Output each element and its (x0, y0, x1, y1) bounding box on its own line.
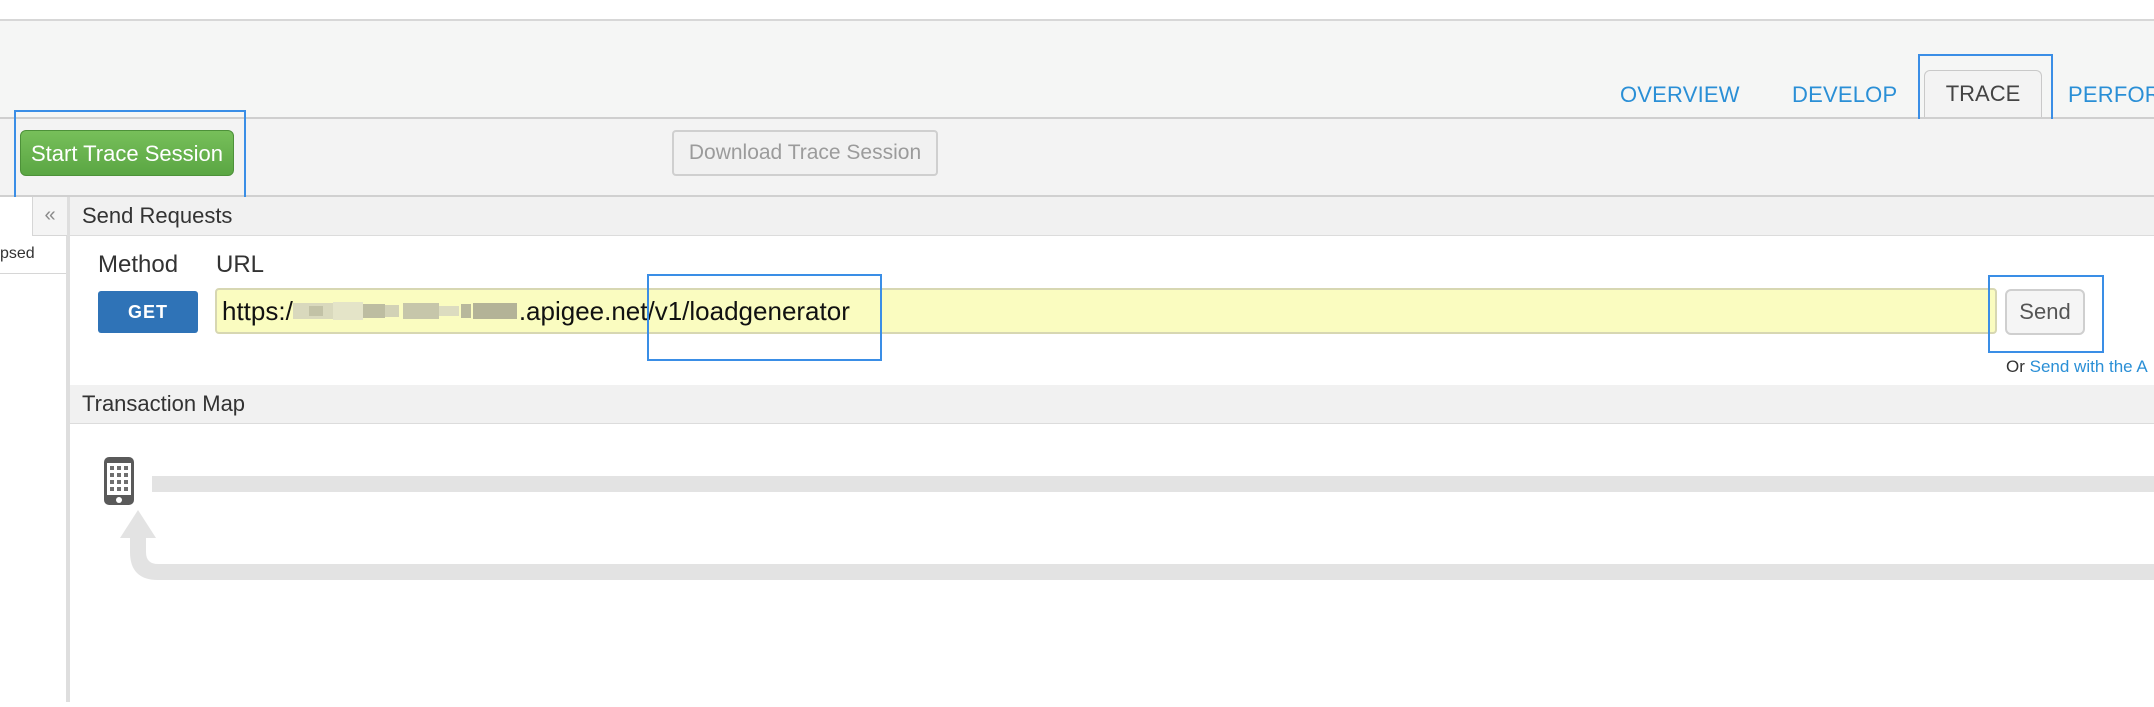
method-get-button[interactable]: GET (98, 291, 198, 333)
tab-overview[interactable]: OVERVIEW (1620, 82, 1740, 108)
collapse-panel-icon[interactable]: « (32, 197, 67, 236)
tab-trace[interactable]: TRACE (1924, 70, 2042, 117)
or-text: Or (2006, 357, 2025, 376)
transaction-map-diagram (104, 457, 2154, 580)
tab-performance[interactable]: PERFOR (2068, 82, 2154, 108)
left-panel-label: psed (0, 235, 66, 274)
left-panel: « psed (0, 197, 70, 702)
response-arrow-head (120, 510, 156, 538)
request-flow-line (152, 476, 2154, 492)
start-trace-session-button[interactable]: Start Trace Session (20, 130, 234, 176)
method-label: Method (98, 251, 179, 278)
toolbar (0, 119, 2154, 197)
transaction-map-title: Transaction Map (82, 391, 246, 416)
send-requests-title: Send Requests (82, 203, 233, 228)
send-with-link[interactable]: Send with the A (2030, 357, 2148, 376)
send-button[interactable]: Send (2005, 289, 2085, 335)
transaction-map-area (70, 424, 2154, 702)
response-flow-line (130, 536, 2154, 580)
url-input[interactable] (215, 288, 1997, 334)
mobile-client-icon (104, 457, 134, 505)
url-label: URL (216, 251, 265, 278)
tab-develop[interactable]: DEVELOP (1792, 82, 1897, 108)
transaction-map-header: Transaction Map (70, 385, 2154, 424)
send-requests-header: Send Requests (70, 197, 2154, 236)
download-trace-session-button[interactable]: Download Trace Session (672, 130, 938, 176)
top-border (0, 0, 2154, 21)
send-alternative: Or Send with the A (2006, 357, 2148, 377)
